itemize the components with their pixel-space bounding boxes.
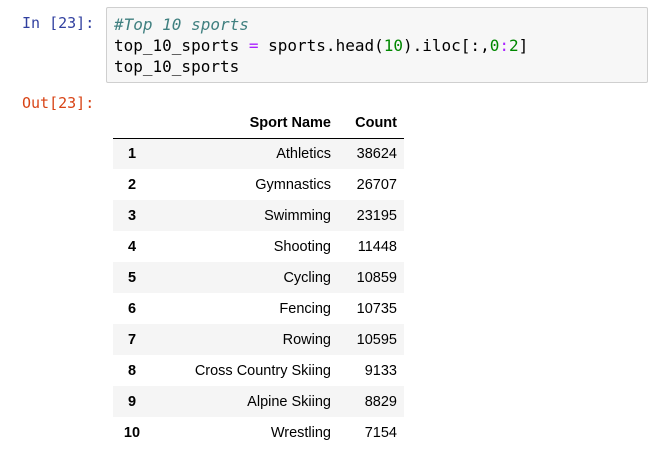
- header-index: [113, 108, 151, 139]
- code-cell-input[interactable]: #Top 10 sports top_10_sports = sports.he…: [106, 7, 648, 83]
- sport-name-cell: Athletics: [276, 145, 331, 162]
- code-number-2: 2: [508, 36, 519, 55]
- code-number-0: 0: [489, 36, 500, 55]
- header-count: Count: [338, 108, 404, 139]
- code-var: top_10_sports: [114, 36, 249, 55]
- code-number-10: 10: [383, 36, 403, 55]
- row-index: 2: [127, 176, 137, 193]
- table-row: 1 Athletics 38624: [113, 138, 404, 169]
- dataframe-table: Sport Name Count 1 Athletics 38624 2 Gymnas…: [113, 108, 404, 448]
- row-index: 3: [127, 207, 137, 224]
- sport-name-cell: Fencing: [279, 300, 331, 317]
- count-cell: 7154: [364, 424, 397, 441]
- code-output-var: top_10_sports: [114, 57, 240, 76]
- sport-name-cell: Cross Country Skiing: [194, 362, 331, 379]
- row-index: 1: [127, 145, 137, 162]
- table-header-row: Sport Name Count: [113, 108, 404, 139]
- code-line-1: #Top 10 sports: [114, 14, 647, 35]
- sport-name-cell: Rowing: [282, 331, 331, 348]
- table-row: 2 Gymnastics 26707: [113, 169, 404, 200]
- row-index: 5: [127, 269, 137, 286]
- count-cell: 10595: [356, 331, 397, 348]
- code-assign-op: =: [248, 36, 259, 55]
- table-row: 10 Wrestling 7154: [113, 417, 404, 448]
- count-cell: 23195: [356, 207, 397, 224]
- code-slice-colon: :: [499, 36, 509, 55]
- table-row: 7 Rowing 10595: [113, 324, 404, 355]
- table-row: 8 Cross Country Skiing 9133: [113, 355, 404, 386]
- table-row: 6 Fencing 10735: [113, 293, 404, 324]
- output-prompt: Out[23]:: [22, 94, 95, 112]
- row-index: 10: [123, 424, 141, 441]
- sport-name-cell: Wrestling: [270, 424, 331, 441]
- sport-name-cell: Swimming: [264, 207, 331, 224]
- code-call: sports.head(: [258, 36, 384, 55]
- row-index: 9: [127, 393, 137, 410]
- header-sport-name: Sport Name: [151, 108, 338, 139]
- count-cell: 26707: [356, 176, 397, 193]
- count-cell: 9133: [364, 362, 397, 379]
- row-index: 7: [127, 331, 137, 348]
- code-iloc: ).iloc[:,: [403, 36, 490, 55]
- row-index: 8: [127, 362, 137, 379]
- row-index: 6: [127, 300, 137, 317]
- count-cell: 8829: [364, 393, 397, 410]
- code-line-2: top_10_sports = sports.head(10).iloc[:,0…: [114, 35, 647, 56]
- table-row: 5 Cycling 10859: [113, 262, 404, 293]
- code-comment: #Top 10 sports: [114, 15, 249, 34]
- table-body: 1 Athletics 38624 2 Gymnastics 26707 3 Swimmi…: [113, 138, 404, 448]
- input-prompt: In [23]:: [22, 14, 95, 32]
- count-cell: 11448: [357, 238, 397, 255]
- count-cell: 38624: [356, 145, 397, 162]
- sport-name-cell: Cycling: [283, 269, 331, 286]
- code-line-3: top_10_sports: [114, 56, 647, 77]
- table-row: 4 Shooting 11448: [113, 231, 404, 262]
- table-row: 3 Swimming 23195: [113, 200, 404, 231]
- table-row: 9 Alpine Skiing 8829: [113, 386, 404, 417]
- sport-name-cell: Gymnastics: [255, 176, 331, 193]
- sport-name-cell: Alpine Skiing: [247, 393, 331, 410]
- row-index: 4: [127, 238, 137, 255]
- code-close-bracket: ]: [518, 36, 529, 55]
- sport-name-cell: Shooting: [273, 238, 331, 255]
- count-cell: 10735: [356, 300, 397, 317]
- count-cell: 10859: [356, 269, 397, 286]
